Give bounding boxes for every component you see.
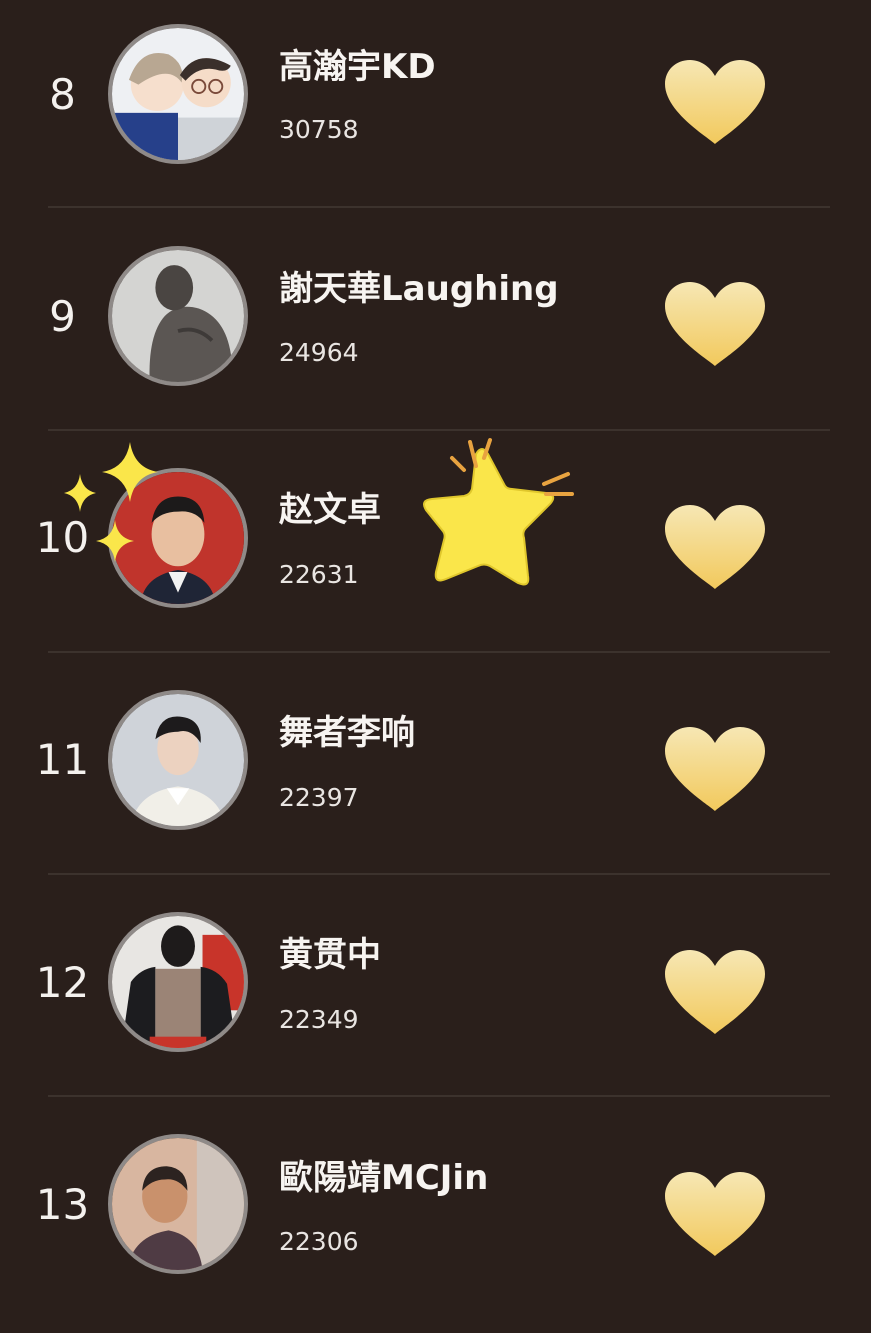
avatar[interactable] <box>108 1134 248 1274</box>
vote-count: 22631 <box>279 560 359 589</box>
ranking-row[interactable]: 12 黄贯中 22349 <box>0 889 871 1111</box>
rank-number: 11 <box>35 735 90 784</box>
divider <box>48 873 830 875</box>
user-name: 黄贯中 <box>279 935 381 975</box>
avatar[interactable] <box>108 912 248 1052</box>
heart-icon[interactable] <box>665 727 765 813</box>
vote-count: 24964 <box>279 338 359 367</box>
vote-count: 22306 <box>279 1227 359 1256</box>
ranking-list: 8 高瀚宇KD 30758 9 謝天華Laughing 24964 10 赵文卓… <box>0 0 871 1314</box>
heart-icon[interactable] <box>665 505 765 591</box>
vote-count: 22349 <box>279 1005 359 1034</box>
divider <box>48 429 830 431</box>
user-name: 舞者李响 <box>279 713 415 753</box>
heart-icon[interactable] <box>665 60 765 146</box>
user-name: 謝天華Laughing <box>279 269 559 309</box>
user-name: 高瀚宇KD <box>279 47 436 87</box>
avatar[interactable] <box>108 690 248 830</box>
heart-icon[interactable] <box>665 950 765 1036</box>
vote-count: 22397 <box>279 783 359 812</box>
ranking-row[interactable]: 9 謝天華Laughing 24964 <box>0 222 871 444</box>
rank-number: 12 <box>35 958 90 1007</box>
avatar[interactable] <box>108 24 248 164</box>
rank-number: 9 <box>49 292 76 341</box>
ranking-row[interactable]: 8 高瀚宇KD 30758 <box>0 0 871 222</box>
vote-count: 30758 <box>279 115 359 144</box>
rank-number: 8 <box>49 70 76 119</box>
heart-icon[interactable] <box>665 1172 765 1258</box>
avatar[interactable] <box>108 246 248 386</box>
sparkle-icon <box>64 442 158 562</box>
heart-icon[interactable] <box>665 282 765 368</box>
rank-number: 13 <box>35 1180 90 1229</box>
star-icon <box>423 438 574 586</box>
ranking-row[interactable]: 13 歐陽靖MCJin 22306 <box>0 1111 871 1333</box>
divider <box>48 206 830 208</box>
ranking-row[interactable]: 11 舞者李响 22397 <box>0 667 871 889</box>
user-name: 歐陽靖MCJin <box>279 1158 489 1198</box>
divider <box>48 1095 830 1097</box>
divider <box>48 651 830 653</box>
user-name: 赵文卓 <box>279 490 381 530</box>
